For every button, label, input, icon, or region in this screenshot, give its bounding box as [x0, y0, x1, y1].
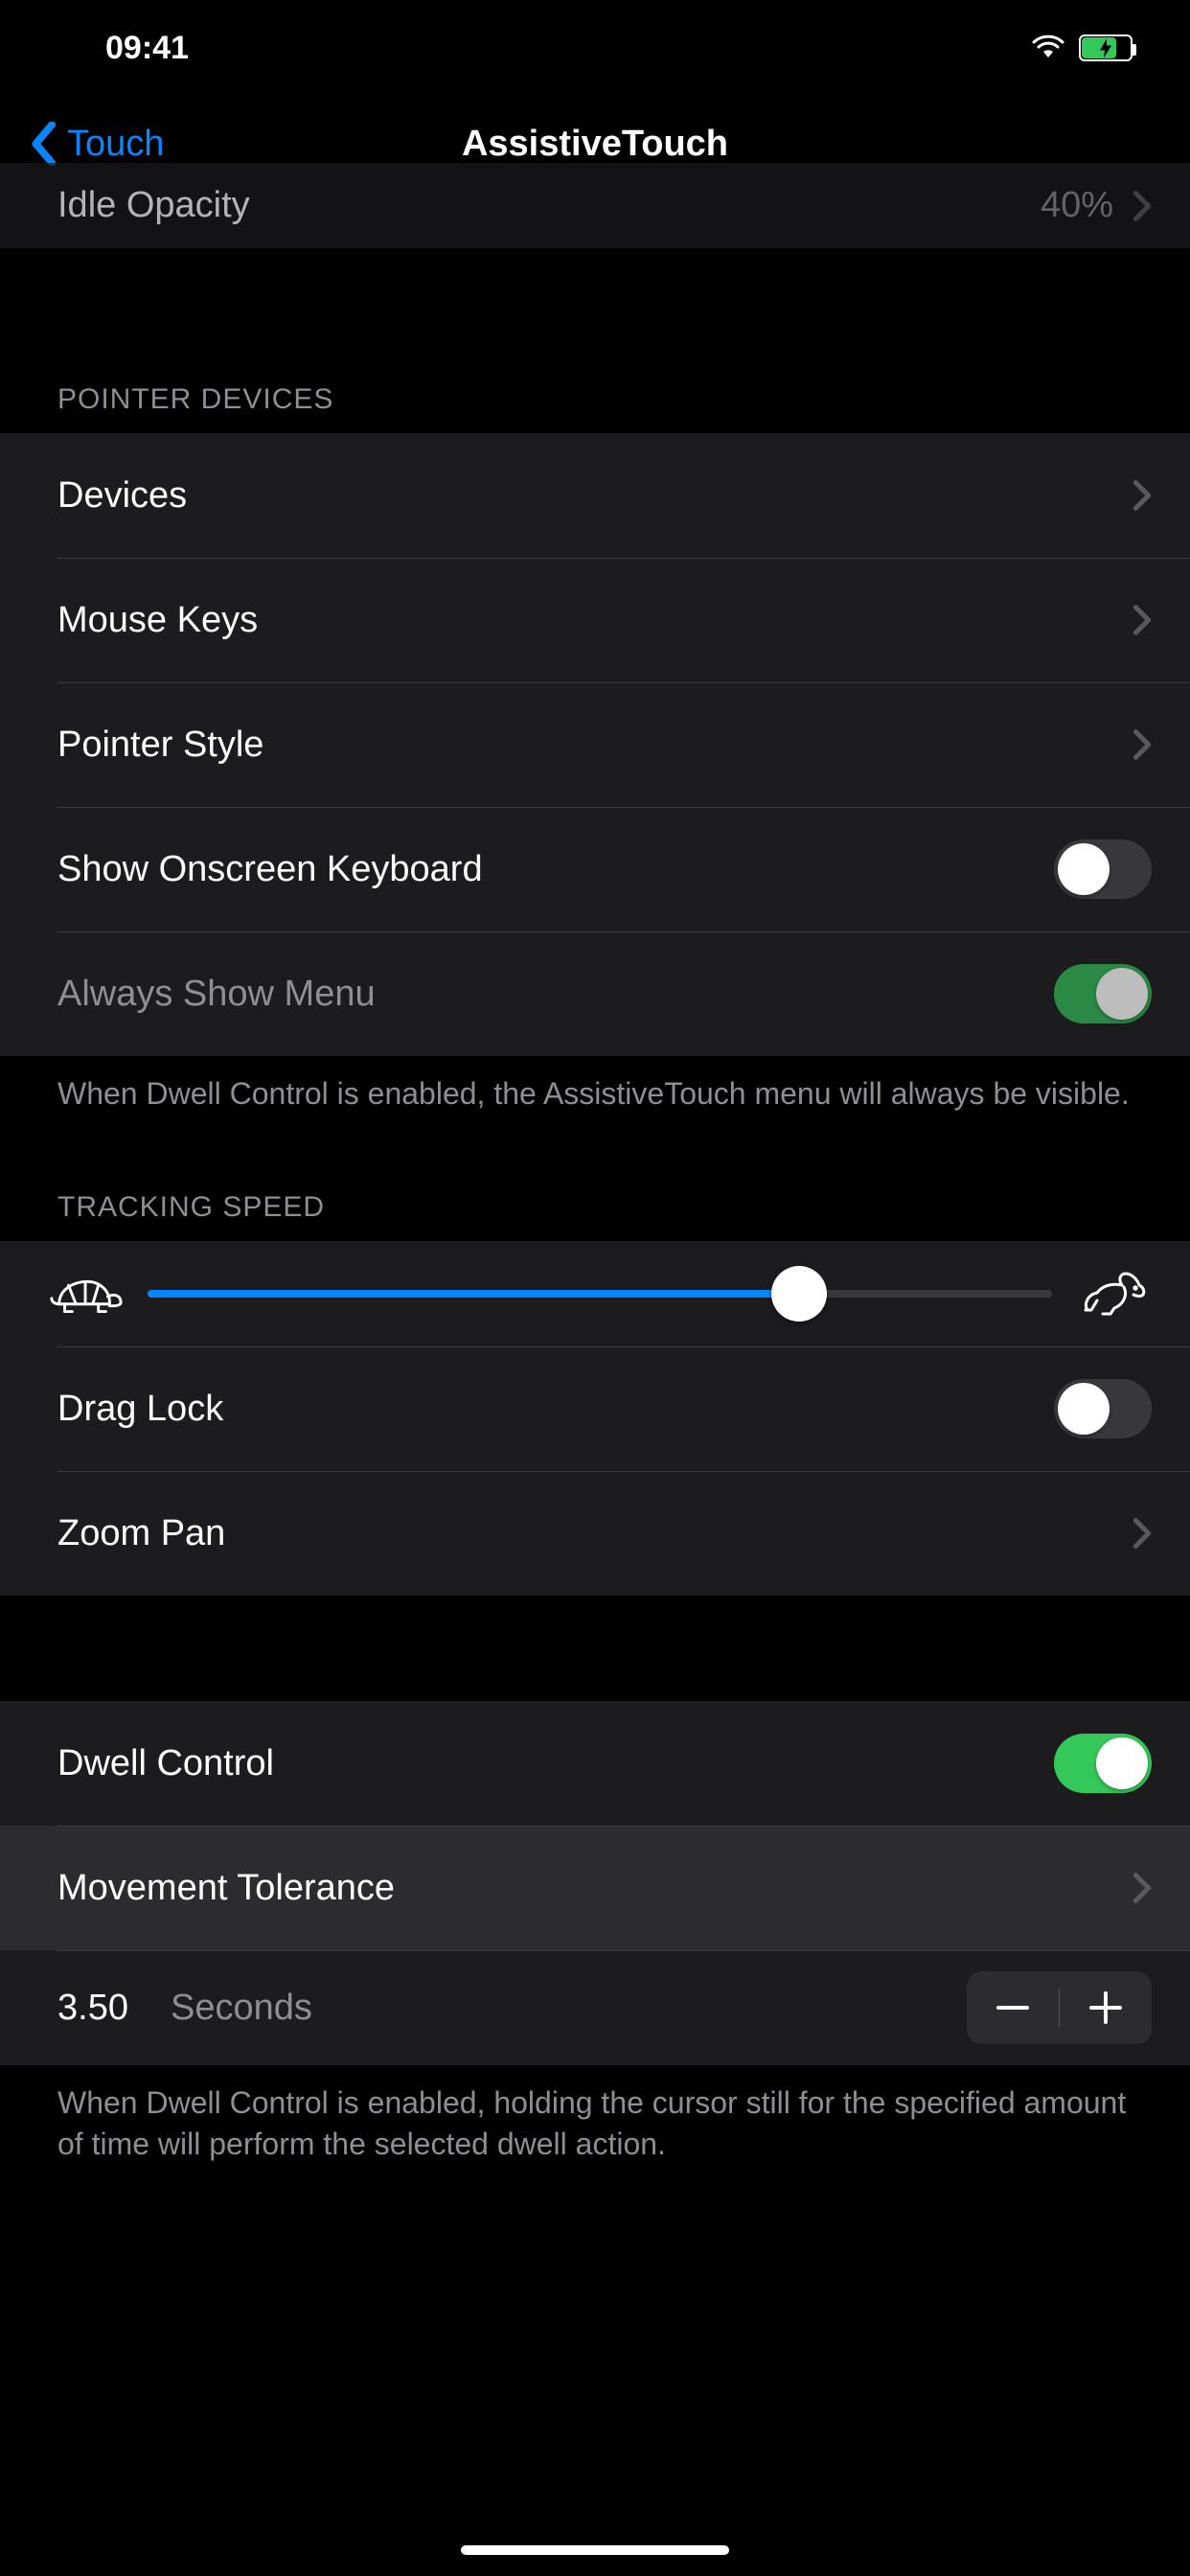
drag-lock-label: Drag Lock [57, 1389, 1054, 1430]
back-button[interactable]: Touch [29, 122, 164, 166]
chevron-right-icon [1133, 604, 1152, 636]
stepper-dwell-time [967, 1971, 1152, 2044]
battery-icon [1079, 34, 1133, 61]
section-header-tracking-speed: TRACKING SPEED [0, 1172, 1190, 1241]
movement-tolerance-label: Movement Tolerance [57, 1868, 1133, 1909]
plus-icon [1089, 1991, 1122, 2024]
chevron-right-icon [1133, 190, 1152, 222]
page-title: AssistiveTouch [462, 124, 728, 165]
tortoise-icon [48, 1272, 125, 1316]
row-dwell-time: 3.50 Seconds [0, 1950, 1190, 2065]
group-dwell: Dwell Control Movement Tolerance 3.50 Se… [0, 1701, 1190, 2065]
row-movement-tolerance[interactable]: Movement Tolerance [0, 1826, 1190, 1950]
stepper-minus-button[interactable] [967, 1971, 1059, 2044]
toggle-drag-lock[interactable] [1054, 1379, 1152, 1438]
mouse-keys-label: Mouse Keys [57, 600, 1133, 641]
slider-tracking-speed[interactable] [148, 1290, 1052, 1298]
content-scroll[interactable]: Idle Opacity 40% POINTER DEVICES Devices… [0, 192, 1190, 2576]
wifi-icon [1031, 30, 1065, 67]
row-idle-opacity[interactable]: Idle Opacity 40% [0, 163, 1190, 249]
chevron-right-icon [1133, 479, 1152, 512]
status-bar: 09:41 [0, 0, 1190, 96]
chevron-right-icon [1133, 1517, 1152, 1550]
row-mouse-keys[interactable]: Mouse Keys [0, 558, 1190, 682]
toggle-show-onscreen-keyboard[interactable] [1054, 840, 1152, 899]
chevron-right-icon [1133, 728, 1152, 761]
chevron-left-icon [29, 122, 57, 166]
hare-icon [1075, 1272, 1152, 1316]
stepper-plus-button[interactable] [1060, 1971, 1152, 2044]
slider-thumb[interactable] [771, 1266, 827, 1322]
devices-label: Devices [57, 475, 1133, 517]
zoom-pan-label: Zoom Pan [57, 1513, 1133, 1554]
dwell-control-label: Dwell Control [57, 1743, 1054, 1784]
show-onscreen-keyboard-label: Show Onscreen Keyboard [57, 849, 1054, 890]
status-time: 09:41 [105, 30, 189, 67]
row-pointer-style[interactable]: Pointer Style [0, 682, 1190, 807]
toggle-dwell-control[interactable] [1054, 1734, 1152, 1793]
dwell-time-value: 3.50 [57, 1988, 128, 2029]
row-drag-lock: Drag Lock [0, 1346, 1190, 1471]
row-always-show-menu: Always Show Menu [0, 932, 1190, 1056]
section-header-pointer-devices: POINTER DEVICES [0, 364, 1190, 433]
status-icons [1031, 30, 1133, 67]
group-pointer-devices: Devices Mouse Keys Pointer Style Show On… [0, 433, 1190, 1056]
minus-icon [996, 2006, 1029, 2010]
pointer-style-label: Pointer Style [57, 724, 1133, 766]
section-footer-pointer-devices: When Dwell Control is enabled, the Assis… [0, 1056, 1190, 1115]
row-tracking-speed-slider [0, 1241, 1190, 1346]
row-dwell-control: Dwell Control [0, 1701, 1190, 1826]
toggle-always-show-menu[interactable] [1054, 964, 1152, 1024]
chevron-right-icon [1133, 1872, 1152, 1904]
section-footer-dwell: When Dwell Control is enabled, holding t… [0, 2065, 1190, 2165]
home-indicator[interactable] [461, 2545, 729, 2555]
row-show-onscreen-keyboard: Show Onscreen Keyboard [0, 807, 1190, 932]
always-show-menu-label: Always Show Menu [57, 974, 1054, 1015]
back-label: Touch [67, 124, 164, 165]
dwell-time-unit: Seconds [171, 1988, 312, 2029]
row-zoom-pan[interactable]: Zoom Pan [0, 1471, 1190, 1596]
row-devices[interactable]: Devices [0, 433, 1190, 558]
idle-opacity-label: Idle Opacity [57, 185, 1041, 226]
group-tracking-speed: Drag Lock Zoom Pan [0, 1241, 1190, 1596]
idle-opacity-value: 40% [1041, 185, 1113, 226]
